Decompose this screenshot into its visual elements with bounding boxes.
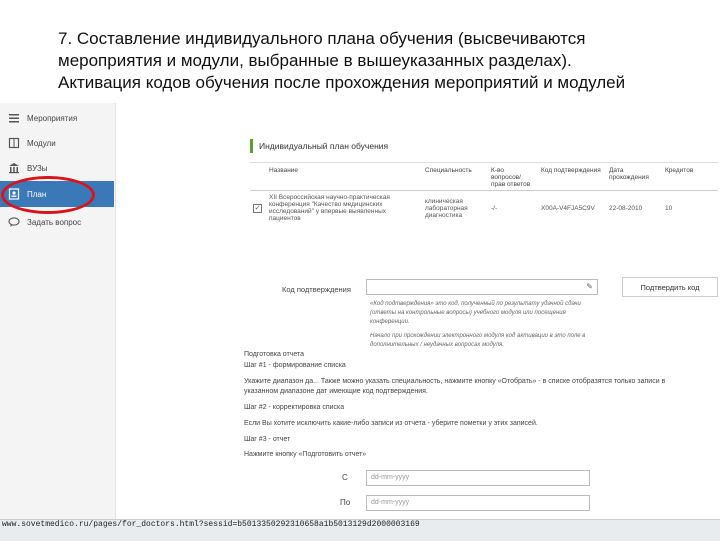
plan-title: Индивидуальный план обучения — [250, 139, 388, 153]
status-url: www.sovetmedico.ru/pages/for_doctors.htm… — [2, 520, 420, 529]
col-name: Название — [266, 165, 422, 191]
report-title: Подготовка отчета — [244, 351, 305, 358]
table-header-row: Название Специальность К-во вопросов/ пр… — [250, 165, 718, 191]
col-specialty: Специальность — [422, 165, 488, 191]
date-from-input[interactable]: dd-mm-yyyy — [366, 470, 590, 486]
sidebar-item-label: Модули — [27, 138, 56, 148]
step2-title: Шаг #2 - корректировка списка — [244, 404, 345, 411]
heading-line-2: мероприятия и модули, выбранные в вышеук… — [58, 51, 572, 70]
heading-line-3: Активация кодов обучения после прохожден… — [58, 73, 626, 92]
main-panel: Индивидуальный план обучения Название Сп… — [230, 117, 718, 522]
status-bar: www.sovetmedico.ru/pages/for_doctors.htm… — [0, 519, 720, 541]
confirm-code-button[interactable]: Подтвердить код — [622, 277, 718, 297]
cell-date: 22-08-2010 — [609, 204, 643, 212]
institution-icon — [6, 160, 22, 176]
cell-credits: 10 — [665, 204, 673, 212]
divider — [250, 162, 718, 163]
plan-table: Название Специальность К-во вопросов/ пр… — [250, 165, 718, 225]
cell-answers: -/- — [491, 204, 498, 212]
heading-line-1: 7. Составление индивидуального плана обу… — [58, 29, 586, 48]
code-input[interactable]: ✎ — [366, 279, 598, 295]
date-to-input[interactable]: dd-mm-yyyy — [366, 495, 590, 511]
pencil-icon: ✎ — [586, 282, 593, 291]
step3-title: Шаг #3 - отчет — [244, 436, 291, 443]
code-note-1: «Код подтверждения» это код, полученный … — [370, 301, 581, 325]
highlight-ellipse — [1, 176, 95, 214]
col-code: Код подтверждения — [538, 165, 606, 191]
sidebar-item-label: ВУЗы — [27, 163, 48, 173]
cell-code: X00A-V4FJA5C9V — [541, 204, 595, 212]
step1-text-2: указанном диапазоне дат имеющие код подт… — [244, 388, 428, 395]
chat-icon — [6, 214, 22, 230]
code-label: Код подтверждения — [282, 285, 351, 294]
cell-specialty: клиническая лабораторная диагностика — [425, 197, 468, 219]
sidebar-item-label: Задать вопрос — [27, 217, 82, 227]
slide-heading: 7. Составление индивидуального плана обу… — [58, 28, 708, 94]
sidebar: Мероприятия Модули ВУЗы План Задать вопр… — [0, 103, 116, 523]
code-note-2: Начало при прохождении электронного моду… — [370, 333, 586, 348]
list-icon — [6, 110, 22, 126]
date-to-label: По — [340, 498, 351, 507]
col-credits: Кредитов — [662, 165, 718, 191]
step1-title: Шаг #1 - формирование списка — [244, 362, 346, 369]
step2-text: Если Вы хотите исключить какие-либо запи… — [244, 420, 538, 427]
book-icon — [6, 135, 22, 151]
code-note: «Код подтверждения» это код, полученный … — [370, 300, 602, 355]
sidebar-item-label: Мероприятия — [27, 113, 78, 123]
col-answers: К-во вопросов/ прав ответов — [488, 165, 538, 191]
row-checkbox[interactable]: ✓ — [253, 203, 262, 213]
step3-text: Нажмите кнопку «Подготовить отчет» — [244, 451, 367, 458]
cell-name: XII Всероссийская научно-практическая ко… — [269, 194, 390, 222]
col-date: Дата прохождения — [606, 165, 662, 191]
table-row: ✓ XII Всероссийская научно-практическая … — [250, 191, 718, 226]
step1-text: Укажите диапазон да... Также можно указа… — [244, 378, 666, 385]
date-from-label: С — [342, 473, 348, 482]
